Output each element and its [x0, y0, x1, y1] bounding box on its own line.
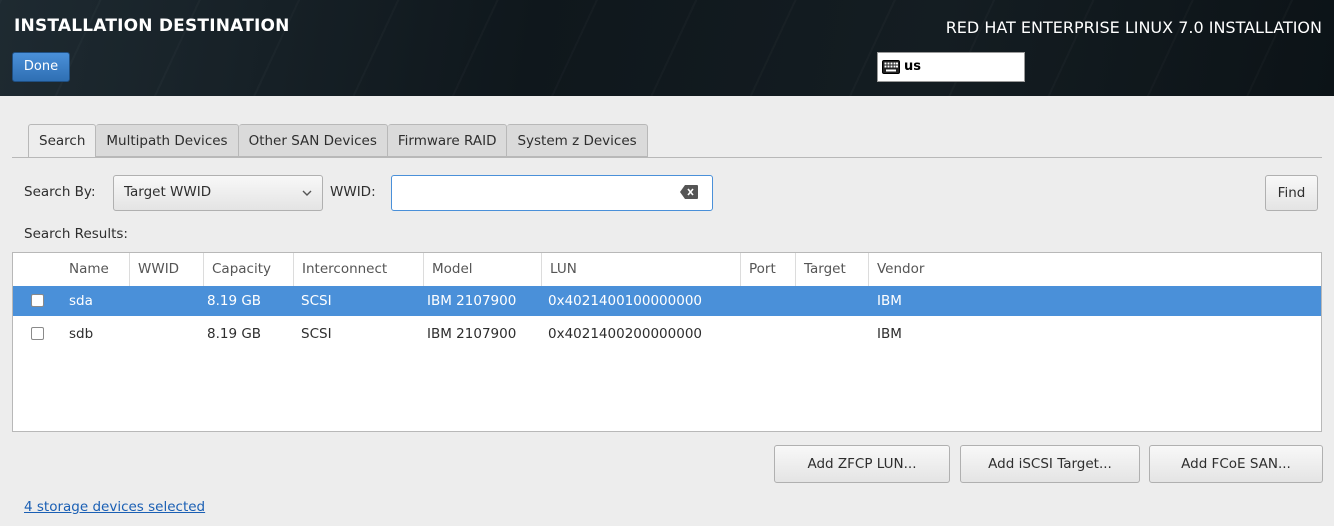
cell-interconnect: SCSI	[301, 326, 332, 342]
tab-system-z-devices[interactable]: System z Devices	[507, 124, 648, 157]
add-fcoe-san-button[interactable]: Add FCoE SAN...	[1149, 445, 1323, 483]
column-header-target[interactable]: Target	[795, 253, 846, 286]
keyboard-layout-label: us	[904, 59, 921, 74]
cell-capacity: 8.19 GB	[207, 293, 262, 309]
chevron-down-icon	[302, 190, 312, 196]
cell-lun: 0x4021400100000000	[548, 293, 703, 309]
search-by-label: Search By:	[24, 184, 96, 200]
done-button[interactable]: Done	[12, 52, 70, 82]
column-header-name[interactable]: Name	[61, 253, 109, 286]
product-title: RED HAT ENTERPRISE LINUX 7.0 INSTALLATIO…	[945, 18, 1322, 37]
page-title: INSTALLATION DESTINATION	[14, 16, 290, 36]
column-header-model[interactable]: Model	[423, 253, 473, 286]
clear-input-icon[interactable]	[680, 185, 698, 199]
cell-vendor: IBM	[877, 326, 902, 342]
cell-lun: 0x4021400200000000	[548, 326, 703, 342]
add-zfcp-lun-button[interactable]: Add ZFCP LUN...	[774, 445, 950, 483]
tab-other-san-devices[interactable]: Other SAN Devices	[238, 124, 388, 157]
storage-devices-selected-link[interactable]: 4 storage devices selected	[24, 499, 205, 515]
keyboard-icon	[882, 60, 900, 74]
table-row[interactable]: sdb 8.19 GB SCSI IBM 2107900 0x402140020…	[13, 319, 1321, 349]
column-header-wwid[interactable]: WWID	[129, 253, 179, 286]
tab-divider	[12, 157, 1322, 158]
cell-model: IBM 2107900	[427, 293, 517, 309]
column-header-lun[interactable]: LUN	[541, 253, 577, 286]
tab-firmware-raid[interactable]: Firmware RAID	[387, 124, 508, 157]
keyboard-layout-indicator[interactable]: us	[877, 52, 1025, 82]
column-header-capacity[interactable]: Capacity	[203, 253, 271, 286]
find-button[interactable]: Find	[1265, 175, 1318, 211]
row-checkbox[interactable]	[31, 294, 44, 307]
column-header-port[interactable]: Port	[740, 253, 776, 286]
tab-multipath-devices[interactable]: Multipath Devices	[96, 124, 239, 157]
search-results-table: Name WWID Capacity Interconnect Model LU…	[12, 252, 1322, 432]
search-by-value: Target WWID	[124, 184, 212, 200]
cell-interconnect: SCSI	[301, 293, 332, 309]
row-checkbox[interactable]	[31, 327, 44, 340]
cell-name: sda	[69, 293, 93, 309]
tab-search[interactable]: Search	[28, 124, 97, 158]
cell-model: IBM 2107900	[427, 326, 517, 342]
cell-capacity: 8.19 GB	[207, 326, 262, 342]
wwid-label: WWID:	[330, 184, 376, 200]
search-by-dropdown[interactable]: Target WWID	[113, 175, 323, 211]
cell-name: sdb	[69, 326, 94, 342]
device-tabs: Search Multipath Devices Other SAN Devic…	[28, 124, 648, 158]
search-results-label: Search Results:	[24, 226, 128, 242]
add-iscsi-target-button[interactable]: Add iSCSI Target...	[960, 445, 1140, 483]
table-header: Name WWID Capacity Interconnect Model LU…	[13, 253, 1321, 286]
table-row[interactable]: sda 8.19 GB SCSI IBM 2107900 0x402140010…	[13, 286, 1321, 316]
header-bar: INSTALLATION DESTINATION Done RED HAT EN…	[0, 0, 1334, 96]
column-header-vendor[interactable]: Vendor	[868, 253, 924, 286]
cell-vendor: IBM	[877, 293, 902, 309]
wwid-input[interactable]	[391, 175, 713, 211]
column-header-interconnect[interactable]: Interconnect	[293, 253, 387, 286]
